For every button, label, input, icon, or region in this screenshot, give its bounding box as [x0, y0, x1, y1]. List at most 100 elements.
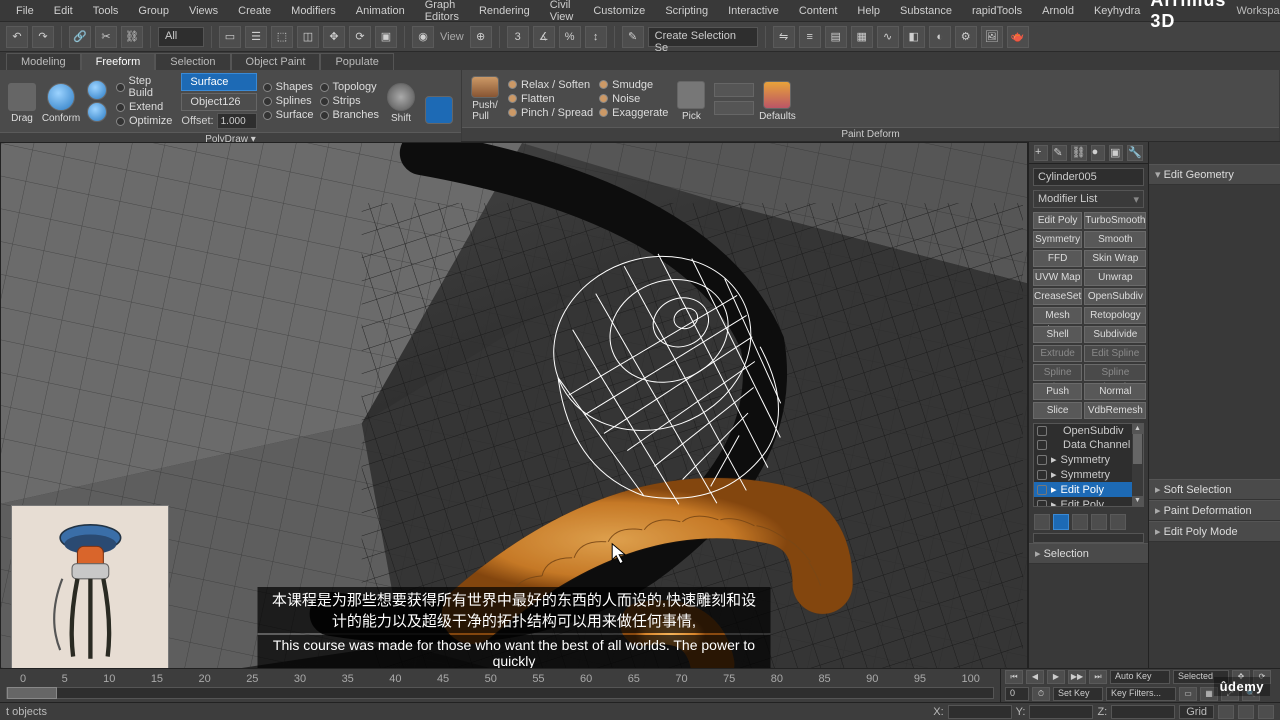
layer-button[interactable]: ▤	[825, 26, 847, 48]
rollout-edit-geometry[interactable]: Edit Geometry	[1149, 164, 1280, 185]
align-button[interactable]: ≡	[799, 26, 821, 48]
ribbon-tab-selection[interactable]: Selection	[155, 53, 230, 70]
menu-customize[interactable]: Customize	[583, 2, 655, 20]
prev-frame-button[interactable]: ◀	[1026, 670, 1044, 684]
modifier-btn-smooth[interactable]: Smooth	[1084, 231, 1146, 248]
rollout-soft-selection[interactable]: Soft Selection	[1149, 479, 1280, 500]
conform-brush2[interactable]	[84, 102, 110, 122]
link-button[interactable]: 🔗	[69, 26, 91, 48]
material-editor-button[interactable]: ◐	[929, 26, 951, 48]
modifier-btn-unwrap-uvw[interactable]: Unwrap UVW	[1084, 269, 1146, 286]
surface-button[interactable]: Surface	[181, 73, 256, 91]
modifier-btn-turbosmooth[interactable]: TurboSmooth	[1084, 212, 1146, 229]
scroll-thumb[interactable]	[1133, 434, 1142, 464]
smudge-check[interactable]: Smudge	[599, 79, 668, 91]
conform-brush1[interactable]	[84, 80, 110, 100]
modstack-scrollbar[interactable]: ▲ ▼	[1132, 424, 1143, 506]
render-frame-button[interactable]: 🖼	[981, 26, 1003, 48]
conform-button[interactable]: Conform	[44, 78, 78, 124]
time-config-button[interactable]: ⏱	[1032, 687, 1050, 701]
goto-start-button[interactable]: ⏮	[1005, 670, 1023, 684]
rollout-edit-poly-mode[interactable]: Edit Poly Mode	[1149, 521, 1280, 542]
viewport[interactable]: [ + ] [ Perspective ] [ Standard ] [ Mod…	[0, 142, 1028, 702]
menu-arnold[interactable]: Arnold	[1032, 2, 1084, 20]
modifier-btn-push[interactable]: Push	[1033, 383, 1082, 400]
show-end-result-button[interactable]	[1053, 514, 1069, 530]
strips-check[interactable]: Strips	[320, 95, 379, 107]
expand-icon[interactable]: ▸	[1051, 453, 1057, 466]
modifier-btn-normal[interactable]: Normal	[1084, 383, 1146, 400]
modifier-btn-shell[interactable]: Shell	[1033, 326, 1082, 343]
shift-button[interactable]: Shift	[385, 78, 417, 124]
time-slider[interactable]: 0510152025303540455055606570758085909510…	[0, 668, 1000, 702]
menu-scripting[interactable]: Scripting	[655, 2, 718, 20]
undo-button[interactable]: ↶	[6, 26, 28, 48]
expand-icon[interactable]: ▸	[1051, 498, 1057, 507]
modstack-item-opensubdiv[interactable]: OpenSubdiv	[1034, 424, 1143, 438]
schematic-button[interactable]: ◧	[903, 26, 925, 48]
menu-file[interactable]: File	[6, 2, 44, 20]
expand-icon[interactable]: ▸	[1051, 483, 1057, 496]
ribbon-tab-freeform[interactable]: Freeform	[81, 53, 156, 70]
panel-divider[interactable]	[1033, 533, 1144, 543]
unlink-button[interactable]: ✂	[95, 26, 117, 48]
modifier-list-dropdown[interactable]: Modifier List	[1033, 190, 1144, 208]
spinner-snap-button[interactable]: ↕	[585, 26, 607, 48]
autokey-button[interactable]: Auto Key	[1110, 670, 1170, 684]
menu-edit[interactable]: Edit	[44, 2, 83, 20]
coord-x-field[interactable]	[948, 705, 1012, 719]
remove-modifier-button[interactable]	[1091, 514, 1107, 530]
visibility-icon[interactable]	[1037, 440, 1047, 450]
menu-create[interactable]: Create	[228, 2, 281, 20]
motion-tab-icon[interactable]: ●	[1091, 145, 1105, 161]
next-frame-button[interactable]: ▶▶	[1068, 670, 1086, 684]
visibility-icon[interactable]	[1037, 500, 1047, 508]
menu-graph-editors[interactable]: Graph Editors	[415, 0, 469, 26]
pushpull-button[interactable]: Push/ Pull	[468, 76, 502, 122]
surface2-check[interactable]: Surface	[263, 109, 314, 121]
scale-button[interactable]: ▣	[375, 26, 397, 48]
display-tab-icon[interactable]: ▣	[1109, 145, 1123, 161]
menu-content[interactable]: Content	[789, 2, 848, 20]
modifier-btn-slice[interactable]: Slice	[1033, 402, 1082, 419]
menu-group[interactable]: Group	[128, 2, 179, 20]
commit-button[interactable]	[714, 101, 754, 115]
modstack-item-symmetry[interactable]: ▸Symmetry	[1034, 452, 1143, 467]
extend-check[interactable]: Extend	[116, 101, 175, 113]
scroll-up-icon[interactable]: ▲	[1132, 424, 1143, 434]
select-name-button[interactable]: ☰	[245, 26, 267, 48]
key-filters-button[interactable]: Key Filters...	[1106, 687, 1176, 701]
current-frame-field[interactable]: 0	[1005, 687, 1029, 701]
rollout-paint-deformation[interactable]: Paint Deformation	[1149, 500, 1280, 521]
window-crossing-button[interactable]: ◫	[297, 26, 319, 48]
modifier-btn-creaseset[interactable]: CreaseSet	[1033, 288, 1082, 305]
menu-substance[interactable]: Substance	[890, 2, 962, 20]
isolate-button[interactable]	[1238, 705, 1254, 719]
utilities-tab-icon[interactable]: 🔧	[1127, 145, 1143, 161]
modifier-btn-edit-poly[interactable]: Edit Poly	[1033, 212, 1082, 229]
exaggerate-check[interactable]: Exaggerate	[599, 107, 668, 119]
menu-keyhydra[interactable]: Keyhydra	[1084, 2, 1150, 20]
topology-check[interactable]: Topology	[320, 81, 379, 93]
pin-stack-button[interactable]	[1034, 514, 1050, 530]
menu-interactive[interactable]: Interactive	[718, 2, 789, 20]
modifier-btn-skin-wrap[interactable]: Skin Wrap	[1084, 250, 1146, 267]
branches-check[interactable]: Branches	[320, 109, 379, 121]
rollout-selection[interactable]: Selection	[1029, 543, 1148, 564]
shapes-check[interactable]: Shapes	[263, 81, 314, 93]
modifier-btn-opensubdiv[interactable]: OpenSubdiv	[1084, 288, 1146, 305]
modify-tab-icon[interactable]: ✎	[1052, 145, 1066, 161]
create-tab-icon[interactable]: +	[1034, 145, 1048, 161]
splines-check[interactable]: Splines	[263, 95, 314, 107]
ribbon-tab-populate[interactable]: Populate	[320, 53, 393, 70]
menu-tools[interactable]: Tools	[83, 2, 129, 20]
viewport-nav1[interactable]: ▭	[1179, 687, 1197, 701]
optimize-check[interactable]: Optimize	[116, 115, 175, 127]
menu-rendering[interactable]: Rendering	[469, 2, 540, 20]
defaults-button[interactable]: Defaults	[760, 76, 794, 122]
curve-editor-button[interactable]: ∿	[877, 26, 899, 48]
rotate-button[interactable]: ⟳	[349, 26, 371, 48]
modstack-item-symmetry[interactable]: ▸Symmetry	[1034, 467, 1143, 482]
step-build-check[interactable]: Step Build	[116, 75, 175, 99]
hierarchy-tab-icon[interactable]: ⛓	[1071, 145, 1087, 161]
